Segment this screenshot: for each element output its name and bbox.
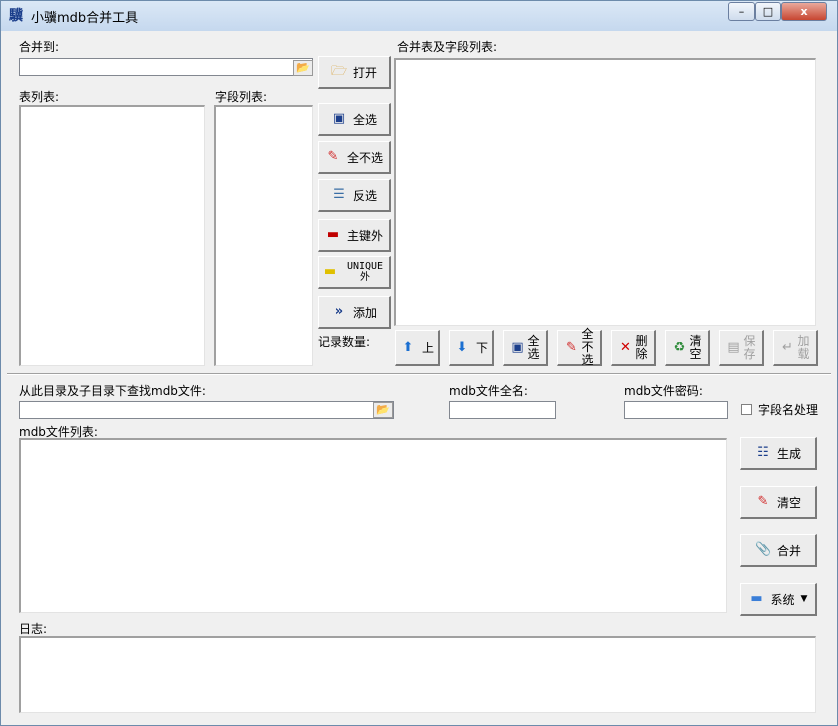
close-button[interactable]: x [781, 2, 827, 21]
eraser-icon: ✎ [757, 494, 769, 509]
delete-button[interactable]: ✕ 删除 [611, 330, 656, 366]
paperclip-icon: 📎 [754, 542, 772, 557]
mdb-fullname-label: mdb文件全名: [449, 384, 528, 398]
add-button[interactable]: » 添加 [318, 296, 391, 329]
red-key-icon: ▬ [326, 227, 340, 242]
search-dir-label: 从此目录及子目录下查找mdb文件: [19, 384, 206, 398]
load-button[interactable]: ↵ 加载 [773, 330, 818, 366]
minimize-button[interactable]: – [728, 2, 755, 21]
system-dropdown-button[interactable]: ▬ 系统 ▼ [740, 583, 817, 616]
arrow-down-icon: ⬇ [456, 339, 468, 355]
chevron-down-icon: ▼ [800, 594, 808, 604]
merged-table-field-list[interactable] [394, 58, 816, 326]
client-area: 合并到: 📂 表列表: 字段列表: 🗁 打开 ▣ 全选 ✎ 全不选 ☰ 反选 ▬… [7, 31, 831, 721]
field-list-label: 字段列表: [215, 90, 268, 104]
record-count-label: 记录数量: [318, 335, 371, 349]
recycle-bin-icon: ♻ [673, 339, 686, 355]
log-box[interactable] [19, 636, 816, 713]
folder-open-icon[interactable]: 📂 [373, 402, 393, 418]
main-window: 驥 小骥mdb合并工具 – □ x 合并到: 📂 表列表: 字段列表: 🗁 打开… [0, 0, 838, 726]
list-select-all-button[interactable]: ▣ 全选 [503, 330, 548, 366]
list-icon: ☷ [757, 445, 769, 460]
list-clear-button[interactable]: ♻ 清空 [665, 330, 710, 366]
yellow-key-icon: ▬ [323, 264, 337, 279]
invert-button[interactable]: ☰ 反选 [318, 179, 391, 212]
system-icon: ▬ [750, 591, 763, 606]
merge-to-label: 合并到: [19, 40, 60, 54]
select-all-icon: ▣ [332, 111, 346, 126]
maximize-button[interactable]: □ [755, 2, 781, 21]
arrow-up-icon: ⬆ [402, 339, 414, 355]
title-bar[interactable]: 驥 小骥mdb合并工具 – □ x [1, 1, 837, 31]
window-title: 小骥mdb合并工具 [31, 11, 139, 26]
search-dir-input[interactable] [19, 401, 394, 419]
generate-button[interactable]: ☷ 生成 [740, 437, 817, 470]
save-disk-icon: ▤ [727, 339, 740, 355]
open-button[interactable]: 🗁 打开 [318, 56, 391, 89]
save-button[interactable]: ▤ 保存 [719, 330, 764, 366]
folder-open-icon[interactable]: 📂 [293, 60, 313, 76]
mdb-password-label: mdb文件密码: [624, 384, 703, 398]
folder-icon: 🗁 [330, 64, 348, 79]
invert-list-icon: ☰ [333, 187, 345, 202]
pk-out-button[interactable]: ▬ 主键外 [318, 219, 391, 252]
load-icon: ↵ [782, 339, 793, 355]
mdb-file-list[interactable] [19, 438, 727, 613]
eraser-icon: ✎ [566, 339, 577, 355]
merge-button[interactable]: 📎 合并 [740, 534, 817, 567]
select-all-button[interactable]: ▣ 全选 [318, 103, 391, 136]
select-none-button[interactable]: ✎ 全不选 [318, 141, 391, 174]
section-divider [7, 373, 831, 375]
log-label: 日志: [19, 622, 48, 636]
app-logo-icon: 驥 [9, 8, 23, 24]
mdb-password-input[interactable] [624, 401, 728, 419]
move-down-button[interactable]: ⬇ 下 [449, 330, 494, 366]
list-select-none-button[interactable]: ✎ 全不选 [557, 328, 602, 367]
file-clear-button[interactable]: ✎ 清空 [740, 486, 817, 519]
fieldname-process-label: 字段名处理 [758, 403, 819, 417]
table-list-label: 表列表: [19, 90, 60, 104]
mdb-fullname-input[interactable] [449, 401, 556, 419]
delete-x-icon: ✕ [620, 339, 631, 355]
double-arrow-right-icon: » [334, 304, 344, 319]
eraser-icon: ✎ [327, 149, 339, 164]
unique-out-button[interactable]: ▬ UNIQUE外 [318, 256, 391, 289]
merge-to-input[interactable] [19, 58, 313, 76]
table-list[interactable] [19, 105, 205, 366]
merged-list-label: 合并表及字段列表: [397, 40, 498, 54]
select-all-icon: ▣ [511, 339, 524, 355]
move-up-button[interactable]: ⬆ 上 [395, 330, 440, 366]
field-list[interactable] [214, 105, 313, 366]
fieldname-process-checkbox[interactable] [741, 404, 752, 415]
